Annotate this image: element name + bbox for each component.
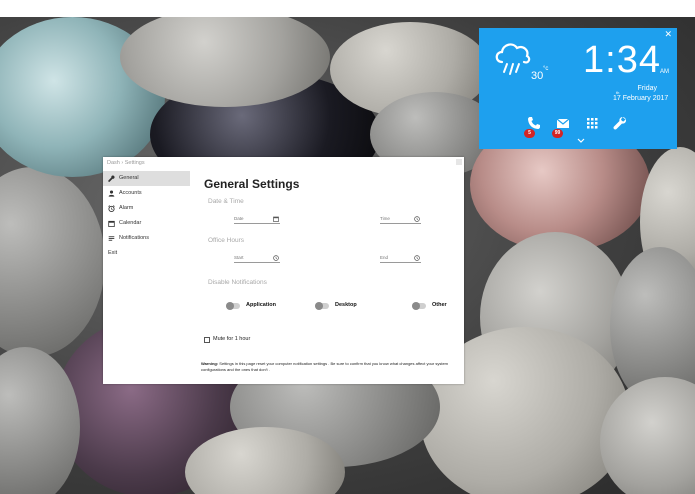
widget-quick-actions: 5 99 [523,116,626,138]
weather-clock-widget: ✕ 30 °c 1:34 AM Friday th 17 February 20… [479,28,677,149]
start-time-field[interactable]: Start [234,254,280,263]
sidebar-item-alarm[interactable]: Alarm [103,201,190,216]
clock-time: 1:34 [583,39,661,81]
mail-icon[interactable] [556,116,570,130]
apps-grid-icon[interactable] [585,116,599,130]
temperature-value: 30 [531,70,544,82]
sidebar-item-label: Alarm [119,205,134,211]
clock-icon[interactable] [414,216,420,222]
settings-main-panel: General Settings Date & Time Date Time O… [201,157,465,384]
sidebar-item-accounts[interactable]: Accounts [103,186,190,201]
warning-note: Warning: Settings in this page reset you… [201,361,465,373]
section-date-time: Date & Time [208,198,244,205]
sidebar-item-label: Notifications [119,235,149,241]
date-field[interactable]: Date [234,215,280,224]
toggle-knob [226,302,234,310]
toggle-switch[interactable] [412,302,426,310]
date-day: 17 [613,95,621,102]
settings-window: Dash › Settings General Accounts Alarm C… [103,157,464,384]
settings-sidebar: Dash › Settings General Accounts Alarm C… [103,157,191,384]
clock-ampm: AM [660,69,669,75]
toggle-label-other: Other [432,302,447,308]
sidebar-item-label: Calendar [119,220,142,226]
sidebar-item-label: Accounts [119,190,142,196]
toggle-knob [412,302,420,310]
toggle-knob [315,302,323,310]
sidebar-item-calendar[interactable]: Calendar [103,216,190,231]
warning-label: Warning: [201,361,219,366]
calendar-icon [108,220,115,227]
end-time-field[interactable]: End [380,254,421,263]
toggle-label-application: Application [246,302,276,308]
clock-date: 17 February 2017 [613,95,668,102]
page-title: General Settings [204,177,300,191]
section-disable-notifications: Disable Notifications [208,279,267,286]
sidebar-item-label: General [119,175,139,181]
calendar-icon[interactable] [273,216,279,222]
cloud-rain-icon [495,43,531,75]
time-field-placeholder: Time [380,216,390,221]
sidebar-item-general[interactable]: General [103,171,190,186]
clock-icon[interactable] [414,255,420,261]
exit-link[interactable]: Exit [108,250,117,256]
clock-icon[interactable] [273,255,279,261]
unread-mail-badge: 99 [552,129,563,138]
toggle-switch[interactable] [226,302,240,310]
wrench-icon [108,175,115,182]
application-toggle[interactable]: Application [226,301,286,311]
time-field[interactable]: Time [380,215,421,224]
desktop-toggle[interactable]: Desktop [315,301,375,311]
toggle-label-desktop: Desktop [335,302,357,308]
date-month-year: February 2017 [622,95,669,102]
mute-checkbox[interactable] [204,337,210,343]
sidebar-item-notifications[interactable]: Notifications [103,231,190,246]
start-field-placeholder: Start [234,255,244,260]
clock-day: Friday [637,85,657,92]
other-toggle[interactable]: Other [412,301,462,311]
wrench-icon[interactable] [613,116,627,130]
alarm-clock-icon [108,205,115,212]
warning-text: Settings in this page reset your compute… [201,361,449,372]
mute-label: Mute for 1 hour [213,336,251,342]
breadcrumb: Dash › Settings [107,160,145,166]
widget-close-icon[interactable]: ✕ [664,30,672,39]
notifications-icon [108,236,115,241]
missed-calls-badge: 5 [524,129,535,138]
phone-icon[interactable] [527,116,541,130]
person-icon [108,190,115,197]
date-field-placeholder: Date [234,216,244,221]
temperature-unit: °c [543,66,549,72]
pebble [0,167,105,357]
chevron-down-icon[interactable] [577,138,585,144]
toggle-switch[interactable] [315,302,329,310]
end-field-placeholder: End [380,255,389,260]
section-office-hours: Office Hours [208,237,245,244]
